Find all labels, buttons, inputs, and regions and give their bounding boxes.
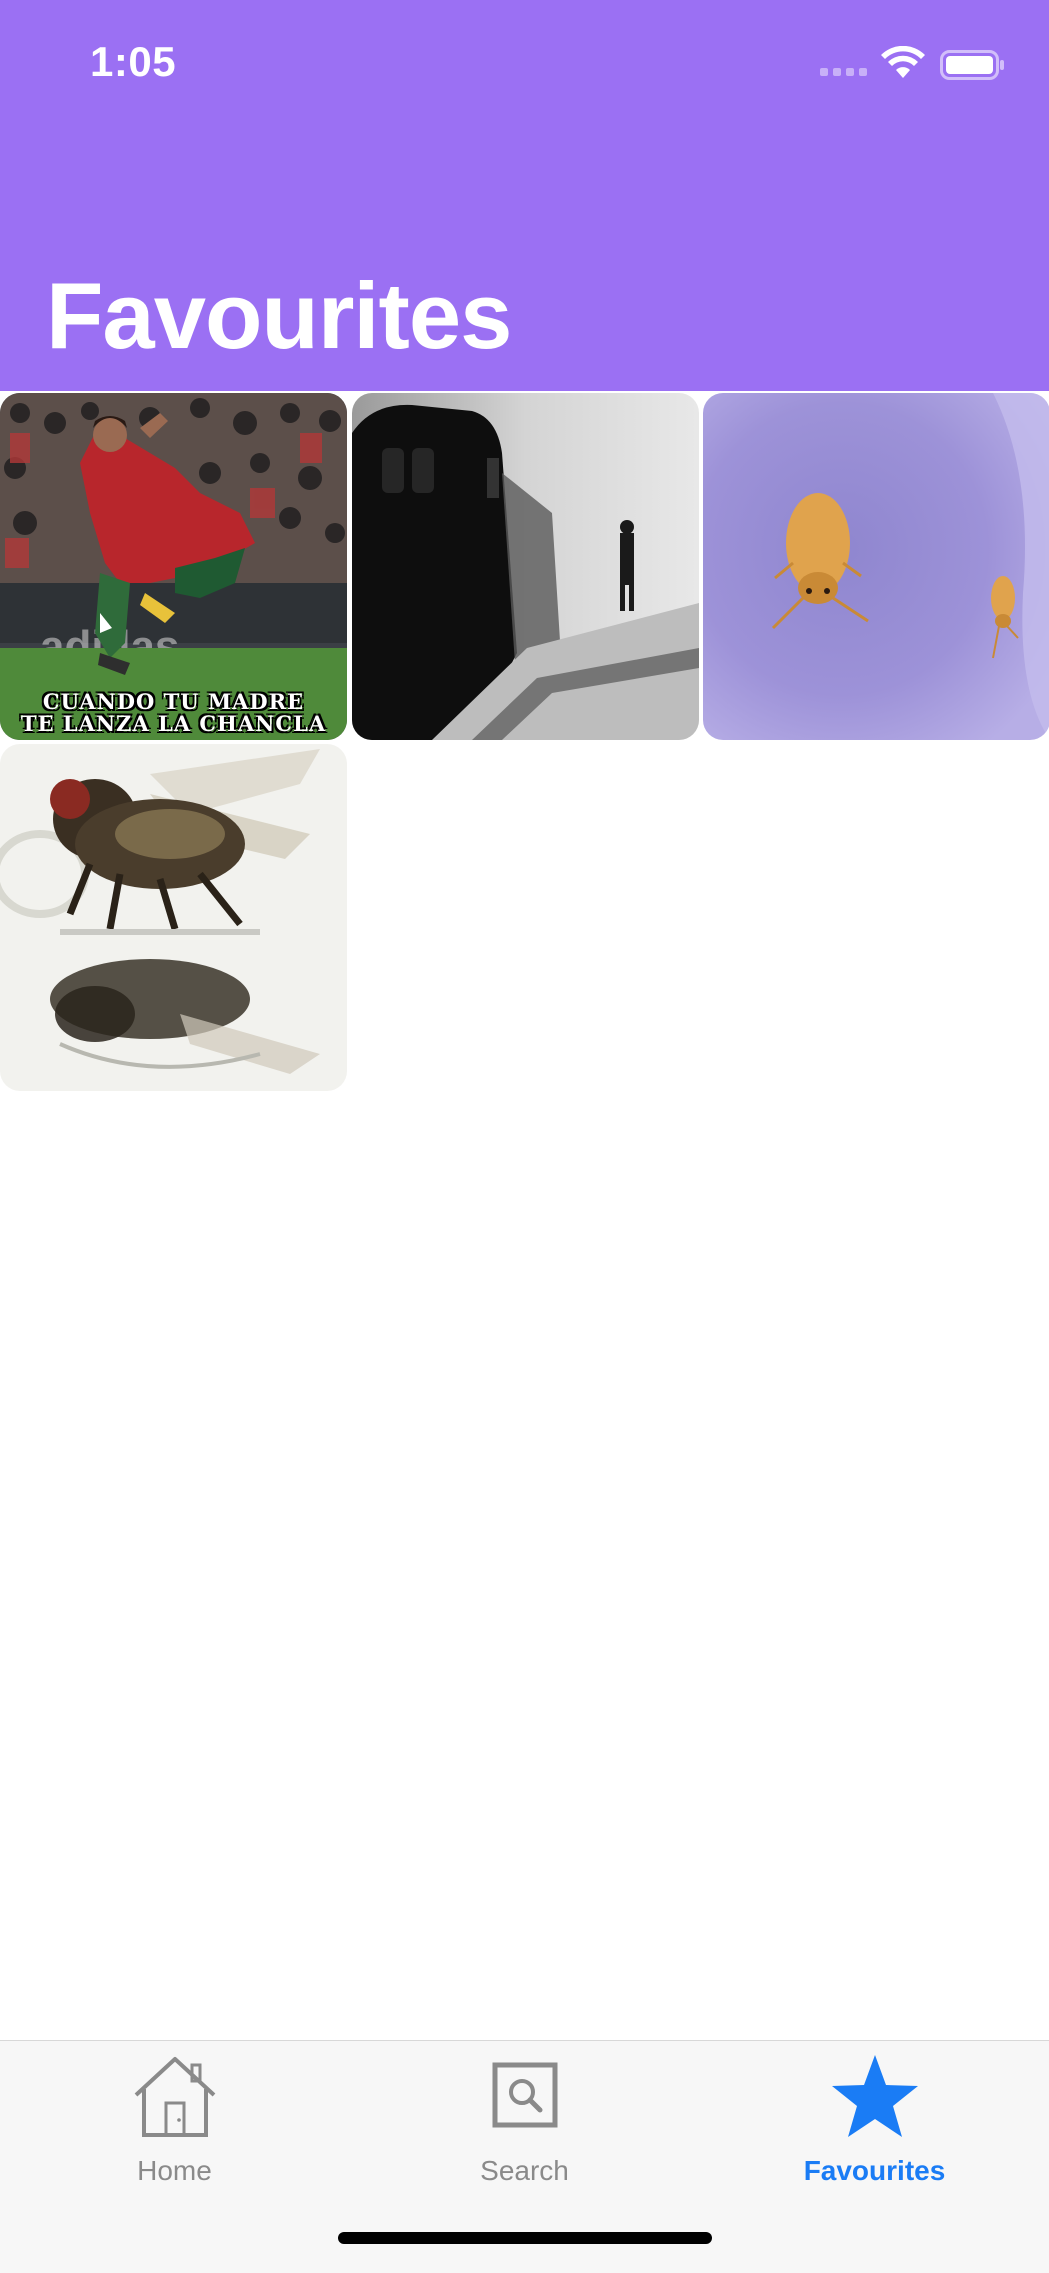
star-icon [832,2055,918,2137]
tab-search-label: Search [480,2155,569,2186]
wifi-icon [881,46,925,78]
favourite-image-football-meme[interactable]: adidas CUANDO TU MADRE TE LANZA LA CHANC… [0,393,347,740]
tab-favourites-label: Favourites [803,2155,946,2186]
battery-icon [940,50,1004,80]
navigation-header: 1:05 Favourites [0,0,1049,391]
favourite-image-fly-reflection[interactable] [0,744,347,1091]
meme-caption-line-2: TE LANZA LA CHANCLA [20,711,327,736]
search-icon [492,2062,558,2128]
page-title: Favourites [46,263,512,368]
tab-favourites[interactable]: Favourites [700,2041,1049,2186]
home-indicator[interactable] [338,2232,712,2244]
cellular-signal-icon [820,68,870,76]
home-icon [134,2057,216,2137]
tab-home-label: Home [137,2155,212,2186]
tab-home[interactable]: Home [0,2041,349,2186]
tab-search[interactable]: Search [350,2041,699,2186]
status-time: 1:05 [90,38,177,85]
favourite-image-springtails-on-purple[interactable] [703,393,1049,740]
favourite-image-foggy-train-platform[interactable] [352,393,699,740]
